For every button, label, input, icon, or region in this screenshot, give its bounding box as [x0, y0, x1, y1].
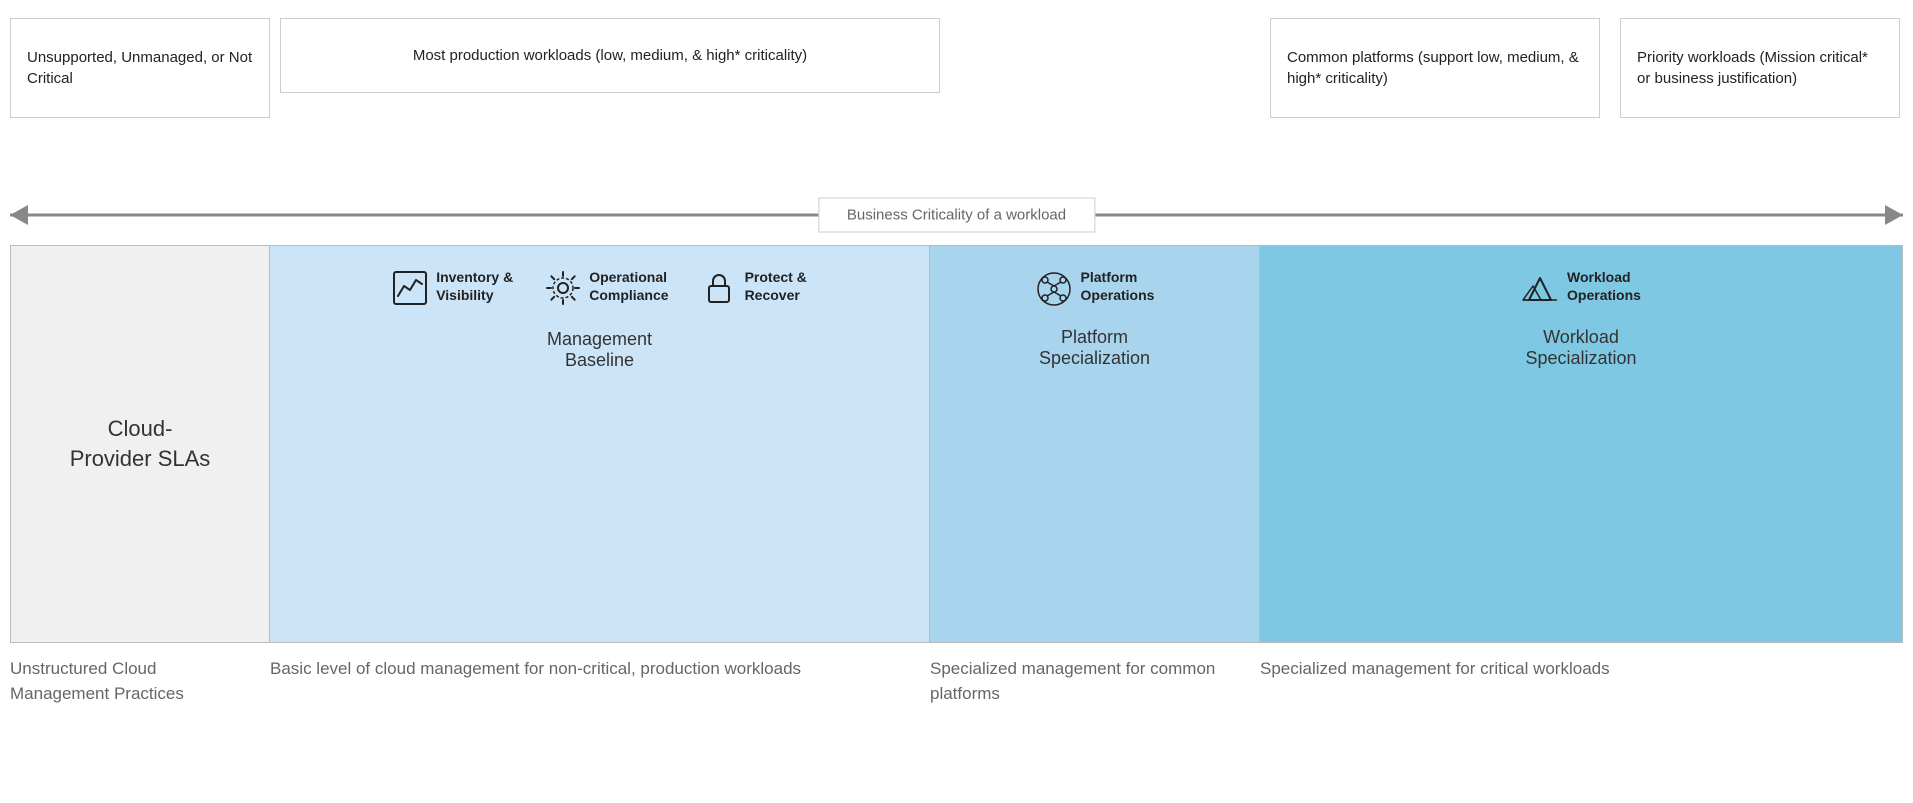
- inventory-visibility-item: Inventory &Visibility: [392, 268, 513, 311]
- col-3-subtitle-text: PlatformSpecialization: [1039, 327, 1150, 368]
- col-2-bottom: Basic level of cloud management for non-…: [270, 643, 930, 803]
- top-box-2-text: Most production workloads (low, medium, …: [413, 45, 807, 66]
- arrow-right-head: [1885, 205, 1903, 225]
- workload-ops-item: WorkloadOperations: [1505, 246, 1657, 323]
- col-4-upper: WorkloadOperations WorkloadSpecializatio…: [1260, 245, 1903, 643]
- col-1-upper: Cloud-Provider SLAs: [10, 245, 270, 643]
- col-4: WorkloadOperations WorkloadSpecializatio…: [1260, 245, 1903, 803]
- workload-ops-icon: [1521, 270, 1559, 313]
- col-4-subtitle: WorkloadSpecialization: [1515, 323, 1646, 385]
- col-2-bottom-text: Basic level of cloud management for non-…: [270, 659, 801, 678]
- col-3: PlatformOperations PlatformSpecializatio…: [930, 245, 1260, 803]
- col-4-subtitle-text: WorkloadSpecialization: [1525, 327, 1636, 368]
- top-box-1-text: Unsupported, Unmanaged, or Not Critical: [27, 47, 253, 89]
- inventory-label: Inventory &Visibility: [436, 268, 513, 304]
- arrow-row: Business Criticality of a workload: [0, 185, 1913, 245]
- gear-icon: [545, 270, 581, 311]
- top-box-1: Unsupported, Unmanaged, or Not Critical: [10, 18, 270, 118]
- col-1-bottom-text: Unstructured Cloud Management Practices: [10, 659, 184, 703]
- col-4-bottom-text: Specialized management for critical work…: [1260, 659, 1610, 678]
- protect-recover-item: Protect &Recover: [701, 268, 807, 311]
- arrow-label-box: Business Criticality of a workload: [818, 198, 1095, 233]
- col-2-subtitle-text: ManagementBaseline: [547, 329, 652, 370]
- protect-label: Protect &Recover: [745, 268, 807, 304]
- top-box-4: Priority workloads (Mission critical* or…: [1620, 18, 1900, 118]
- col-2-upper: Inventory &Visibility OperationalComplia…: [270, 245, 930, 643]
- chart-icon: [392, 270, 428, 311]
- col-1: Cloud-Provider SLAs Unstructured Cloud M…: [10, 245, 270, 803]
- workload-ops-label: WorkloadOperations: [1567, 268, 1641, 304]
- col-3-subtitle: PlatformSpecialization: [1029, 323, 1160, 385]
- col-3-bottom: Specialized management for common platfo…: [930, 643, 1260, 803]
- main-and-bottom: Cloud-Provider SLAs Unstructured Cloud M…: [0, 245, 1913, 803]
- top-box-4-text: Priority workloads (Mission critical* or…: [1637, 47, 1883, 89]
- col-3-bottom-text: Specialized management for common platfo…: [930, 659, 1215, 703]
- platform-ops-label: PlatformOperations: [1081, 268, 1155, 304]
- col-2-subtitle: ManagementBaseline: [547, 321, 652, 391]
- top-box-3-text: Common platforms (support low, medium, &…: [1287, 47, 1583, 89]
- col-1-bottom: Unstructured Cloud Management Practices: [10, 643, 270, 803]
- arrow-label: Business Criticality of a workload: [847, 207, 1066, 224]
- col-3-upper: PlatformOperations PlatformSpecializatio…: [930, 245, 1260, 643]
- lock-icon: [701, 270, 737, 311]
- arrow-left-head: [10, 205, 28, 225]
- operational-compliance-item: OperationalCompliance: [545, 268, 668, 311]
- col-2-icons-row: Inventory &Visibility OperationalComplia…: [270, 246, 929, 321]
- top-box-2: Most production workloads (low, medium, …: [280, 18, 940, 93]
- col-2: Inventory &Visibility OperationalComplia…: [270, 245, 930, 803]
- col-1-title: Cloud-Provider SLAs: [70, 414, 211, 473]
- col-4-bottom: Specialized management for critical work…: [1260, 643, 1903, 803]
- compliance-label: OperationalCompliance: [589, 268, 668, 304]
- platform-ops-icon: [1035, 270, 1073, 313]
- platform-ops-item: PlatformOperations: [1019, 246, 1171, 323]
- top-section: Unsupported, Unmanaged, or Not Critical …: [0, 0, 1913, 185]
- diagram-container: Unsupported, Unmanaged, or Not Critical …: [0, 0, 1913, 803]
- top-box-3: Common platforms (support low, medium, &…: [1270, 18, 1600, 118]
